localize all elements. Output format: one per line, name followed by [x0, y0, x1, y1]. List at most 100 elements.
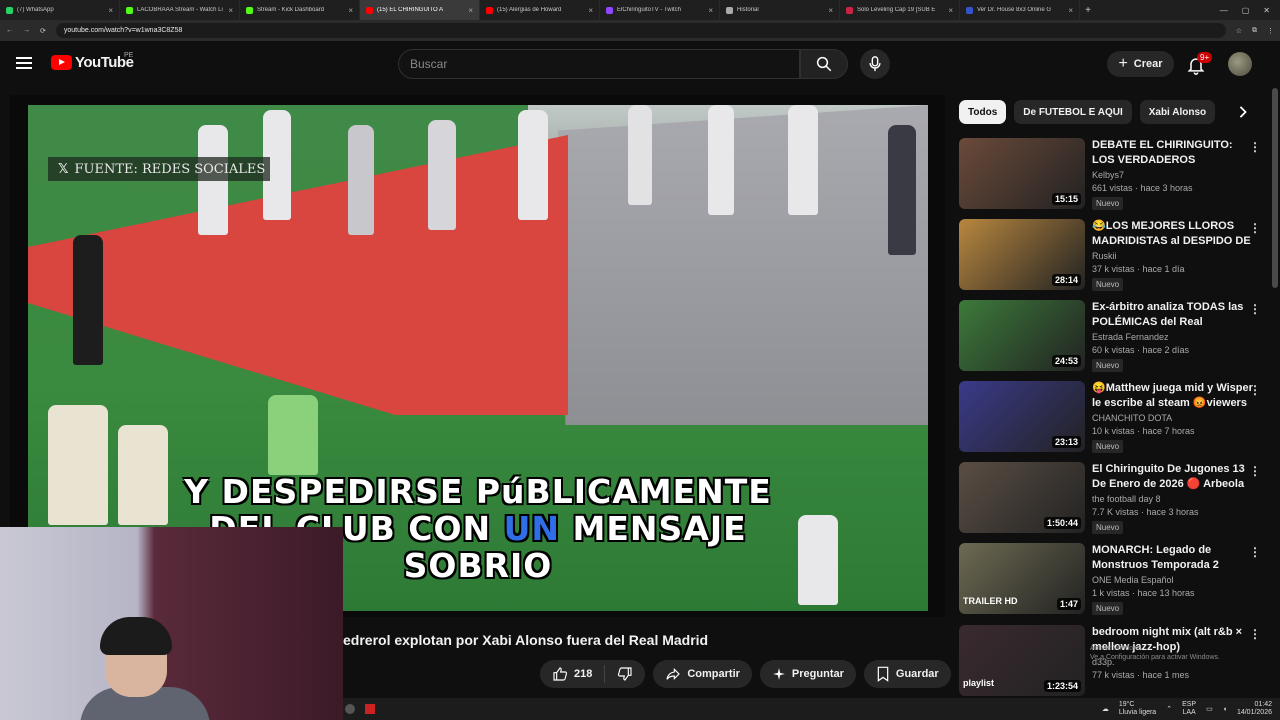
- channel-name[interactable]: Ruskii: [1092, 251, 1254, 261]
- bookmark-star-icon[interactable]: ☆: [1236, 27, 1242, 35]
- browser-tab[interactable]: ElChiringuitoTV - Twitch ×: [600, 0, 720, 20]
- language-indicator[interactable]: ESP LAA: [1182, 701, 1196, 717]
- create-button[interactable]: + Crear: [1107, 51, 1174, 77]
- video-title[interactable]: El Chiringuito De Jugones 13 De Enero de…: [1092, 462, 1254, 492]
- chips-next-button[interactable]: [1233, 102, 1253, 122]
- hamburger-menu-icon[interactable]: [16, 57, 32, 69]
- browser-tab[interactable]: LACOBRAAA Stream - Watch Li ×: [120, 0, 240, 20]
- more-options-icon[interactable]: ⋮: [1249, 140, 1261, 154]
- tab-close-icon[interactable]: ×: [828, 6, 833, 15]
- new-tab-button[interactable]: +: [1080, 5, 1096, 16]
- search-button[interactable]: [800, 49, 848, 79]
- taskbar-app-icon[interactable]: [345, 704, 355, 714]
- browser-menu-icon[interactable]: ⋮: [1267, 27, 1274, 35]
- share-button[interactable]: Compartir: [653, 660, 752, 688]
- taskbar-app-icon[interactable]: [365, 704, 375, 714]
- channel-name[interactable]: ONE Media Español: [1092, 575, 1254, 585]
- weather[interactable]: 19°C Lluvia ligera: [1119, 701, 1156, 717]
- video-title[interactable]: MONARCH: Legado de Monstruos Temporada 2…: [1092, 543, 1254, 573]
- more-options-icon[interactable]: ⋮: [1249, 464, 1261, 478]
- save-button[interactable]: Guardar: [863, 660, 951, 688]
- windows-activation-watermark: Activar Windows Ve a Configuración para …: [1090, 644, 1220, 662]
- x-logo-icon: 𝕏: [58, 161, 69, 177]
- video-title[interactable]: 😝Matthew juega mid y Wisper le escribe a…: [1092, 381, 1254, 411]
- weather-icon: ☁: [1101, 706, 1109, 713]
- recommended-video[interactable]: 24:53 Ex-árbitro analiza TODAS las POLÉMI…: [959, 300, 1269, 372]
- forward-icon[interactable]: →: [23, 27, 30, 34]
- search-box[interactable]: [398, 49, 800, 79]
- browser-tab[interactable]: Stream - Kick Dashboard ×: [240, 0, 360, 20]
- filter-chip[interactable]: Todos: [959, 100, 1007, 124]
- account-avatar[interactable]: [1228, 52, 1252, 76]
- voice-search-button[interactable]: [860, 49, 890, 79]
- reload-icon[interactable]: ⟳: [40, 27, 46, 35]
- filter-chip[interactable]: De FUTEBOL E AQUI: [1014, 100, 1132, 124]
- like-button[interactable]: 218: [540, 665, 606, 683]
- browser-tab[interactable]: (7) WhatsApp ×: [0, 0, 120, 20]
- more-options-icon[interactable]: ⋮: [1249, 302, 1261, 316]
- clock[interactable]: 01:42 14/01/2026: [1237, 701, 1272, 717]
- video-title[interactable]: Ex-árbitro analiza TODAS las POLÉMICAS d…: [1092, 300, 1254, 330]
- recommended-video[interactable]: 1:50:44 El Chiringuito De Jugones 13 De E…: [959, 462, 1269, 534]
- channel-name[interactable]: CHANCHITO DOTA: [1092, 413, 1254, 423]
- video-duration: 1:47: [1056, 598, 1081, 610]
- video-stats: 7.7 K vistas · hace 3 horas: [1092, 507, 1199, 517]
- maximize-icon[interactable]: ▢: [1242, 6, 1250, 15]
- filter-chip[interactable]: Xabi Alonso: [1139, 100, 1216, 124]
- dislike-button[interactable]: [605, 666, 645, 682]
- url-text: youtube.com/watch?v=w1wna3C8Z58: [63, 27, 183, 34]
- player-figure: [268, 395, 318, 475]
- close-icon[interactable]: ✕: [1263, 6, 1270, 15]
- tab-favicon-icon: [246, 6, 253, 14]
- tab-close-icon[interactable]: ×: [108, 6, 113, 15]
- video-thumbnail[interactable]: 28:14: [959, 219, 1085, 290]
- video-title[interactable]: DEBATE EL CHIRINGUITO: LOS VERDADEROS SE…: [1092, 138, 1254, 168]
- video-thumbnail[interactable]: 15:15: [959, 138, 1085, 209]
- browser-tab[interactable]: (15) Alergias de Howard ×: [480, 0, 600, 20]
- browser-tab[interactable]: Historial ×: [720, 0, 840, 20]
- recommended-video[interactable]: 23:13 😝Matthew juega mid y Wisper le escr…: [959, 381, 1269, 453]
- recommended-video[interactable]: TRAILER HD 1:47 MONARCH: Legado de Monstru…: [959, 543, 1269, 615]
- extensions-icon[interactable]: ⧉: [1252, 27, 1257, 35]
- channel-name[interactable]: Kelbys7: [1092, 170, 1254, 180]
- tab-close-icon[interactable]: ×: [948, 6, 953, 15]
- more-options-icon[interactable]: ⋮: [1249, 221, 1261, 235]
- url-field[interactable]: youtube.com/watch?v=w1wna3C8Z58: [55, 23, 1226, 38]
- browser-tab[interactable]: (15) EL CHIRINGUITO A ×: [360, 0, 480, 20]
- video-thumbnail[interactable]: 23:13: [959, 381, 1085, 452]
- more-options-icon[interactable]: ⋮: [1249, 383, 1261, 397]
- page-scrollbar[interactable]: [1272, 88, 1278, 288]
- channel-name[interactable]: the football day 8: [1092, 494, 1254, 504]
- ask-button[interactable]: Preguntar: [759, 660, 856, 688]
- tab-title: ElChiringuitoTV - Twitch: [617, 7, 681, 13]
- video-thumbnail[interactable]: TRAILER HD 1:47: [959, 543, 1085, 614]
- video-thumbnail[interactable]: 1:50:44: [959, 462, 1085, 533]
- more-options-icon[interactable]: ⋮: [1249, 627, 1261, 641]
- volume-icon[interactable]: ◖: [1223, 706, 1227, 713]
- browser-tab[interactable]: Solo Leveling Cap 19 [SUB E ×: [840, 0, 960, 20]
- tab-close-icon[interactable]: ×: [468, 6, 473, 15]
- video-thumbnail[interactable]: 24:53: [959, 300, 1085, 371]
- tab-close-icon[interactable]: ×: [228, 6, 233, 15]
- player-figure: [348, 125, 374, 235]
- channel-name[interactable]: Estrada Fernandez: [1092, 332, 1254, 342]
- network-icon[interactable]: ▭: [1206, 705, 1213, 713]
- tab-title: (7) WhatsApp: [17, 7, 54, 13]
- video-title[interactable]: 😂LOS MEJORES LLOROS MADRIDISTAS al DESPI…: [1092, 219, 1254, 249]
- browser-tab[interactable]: Ver Dr. House 8x3 Online G ×: [960, 0, 1080, 20]
- tab-title: Stream - Kick Dashboard: [257, 7, 325, 13]
- tab-close-icon[interactable]: ×: [1068, 6, 1073, 15]
- video-thumbnail[interactable]: playlist 1:23:54: [959, 625, 1085, 696]
- recommended-video[interactable]: 28:14 😂LOS MEJORES LLOROS MADRIDISTAS al …: [959, 219, 1269, 291]
- back-icon[interactable]: ←: [6, 27, 13, 34]
- chevron-up-icon[interactable]: ⌃: [1166, 705, 1172, 713]
- minimize-icon[interactable]: —: [1220, 6, 1228, 15]
- video-duration: 1:50:44: [1043, 517, 1081, 529]
- tab-close-icon[interactable]: ×: [588, 6, 593, 15]
- tab-close-icon[interactable]: ×: [348, 6, 353, 15]
- search-input[interactable]: [410, 57, 799, 71]
- more-options-icon[interactable]: ⋮: [1249, 545, 1261, 559]
- recommended-video[interactable]: 15:15 DEBATE EL CHIRINGUITO: LOS VERDADER…: [959, 138, 1269, 210]
- tab-close-icon[interactable]: ×: [708, 6, 713, 15]
- youtube-logo[interactable]: YouTube PE: [51, 52, 134, 71]
